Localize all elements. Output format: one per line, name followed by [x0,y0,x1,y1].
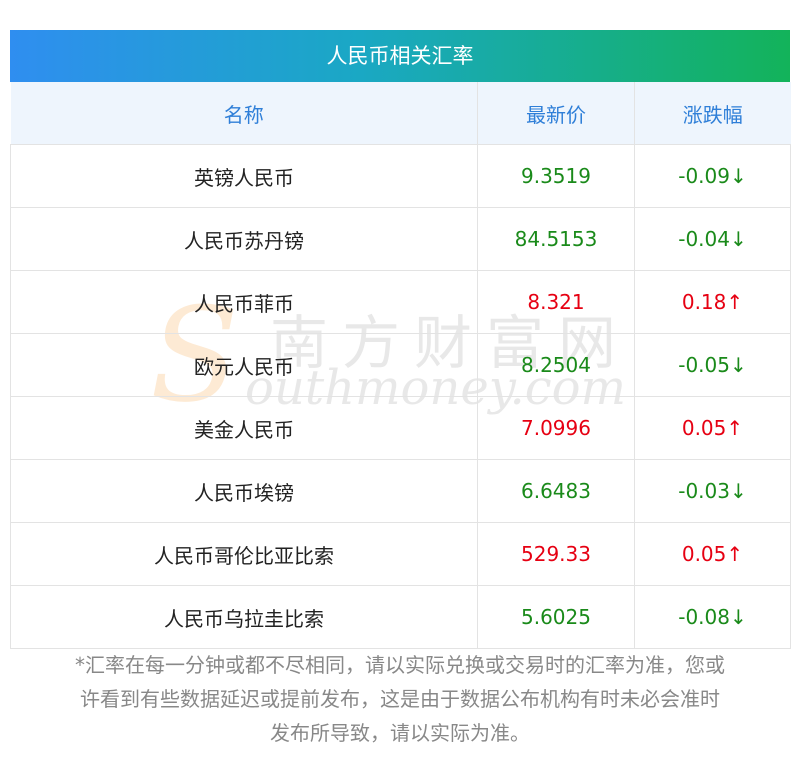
rate-price-cell: 8.2504 [477,333,635,397]
footnote-line: 发布所导致，请以实际为准。 [270,721,530,745]
rate-price-cell: 529.33 [477,522,635,586]
rate-price-cell: 5.6025 [477,585,635,649]
table-row[interactable]: 人民币埃镑 6.6483 -0.03↓ [10,459,791,523]
rate-name-cell: 人民币苏丹镑 [10,207,478,271]
table-row[interactable]: 人民币乌拉圭比索 5.6025 -0.08↓ [10,585,791,649]
rate-name-cell: 美金人民币 [10,396,478,460]
footnote-line: 许看到有些数据延迟或提前发布，这是由于数据公布机构有时未必会准时 [80,687,720,711]
rate-price-cell: 9.3519 [477,144,635,208]
rate-panel: 人民币相关汇率 名称 最新价 涨跌幅 英镑人民币 9.3519 -0.09↓ 人民币苏… [10,30,791,649]
rate-price-cell: 84.5153 [477,207,635,271]
panel-title: 人民币相关汇率 [10,30,790,82]
table-row[interactable]: 人民币菲币 8.321 0.18↑ [10,270,791,334]
rate-name-cell: 人民币菲币 [10,270,478,334]
rate-change-cell: -0.03↓ [634,459,791,523]
table-row[interactable]: 欧元人民币 8.2504 -0.05↓ [10,333,791,397]
table-row[interactable]: 人民币哥伦比亚比索 529.33 0.05↑ [10,522,791,586]
column-header-change: 涨跌幅 [634,82,791,145]
column-header-price: 最新价 [477,82,635,145]
table-header-row: 名称 最新价 涨跌幅 [10,82,791,145]
table-row[interactable]: 人民币苏丹镑 84.5153 -0.04↓ [10,207,791,271]
rate-table: 名称 最新价 涨跌幅 英镑人民币 9.3519 -0.09↓ 人民币苏丹镑 84.515… [10,82,791,649]
rate-name-cell: 人民币乌拉圭比索 [10,585,478,649]
rate-price-cell: 7.0996 [477,396,635,460]
rate-change-cell: -0.05↓ [634,333,791,397]
footnote: *汇率在每一分钟或都不尽相同，请以实际兑换或交易时的汇率为准，您或 许看到有些数… [0,648,800,750]
rate-change-cell: 0.18↑ [634,270,791,334]
rate-change-cell: -0.08↓ [634,585,791,649]
table-row[interactable]: 美金人民币 7.0996 0.05↑ [10,396,791,460]
table-row[interactable]: 英镑人民币 9.3519 -0.09↓ [10,144,791,208]
rate-name-cell: 欧元人民币 [10,333,478,397]
rate-name-cell: 人民币哥伦比亚比索 [10,522,478,586]
rate-price-cell: 8.321 [477,270,635,334]
footnote-line: *汇率在每一分钟或都不尽相同，请以实际兑换或交易时的汇率为准，您或 [75,653,725,677]
rate-change-cell: 0.05↑ [634,522,791,586]
rate-name-cell: 人民币埃镑 [10,459,478,523]
rate-change-cell: -0.04↓ [634,207,791,271]
rate-name-cell: 英镑人民币 [10,144,478,208]
column-header-name: 名称 [10,82,478,145]
rate-change-cell: -0.09↓ [634,144,791,208]
rate-change-cell: 0.05↑ [634,396,791,460]
rate-price-cell: 6.6483 [477,459,635,523]
